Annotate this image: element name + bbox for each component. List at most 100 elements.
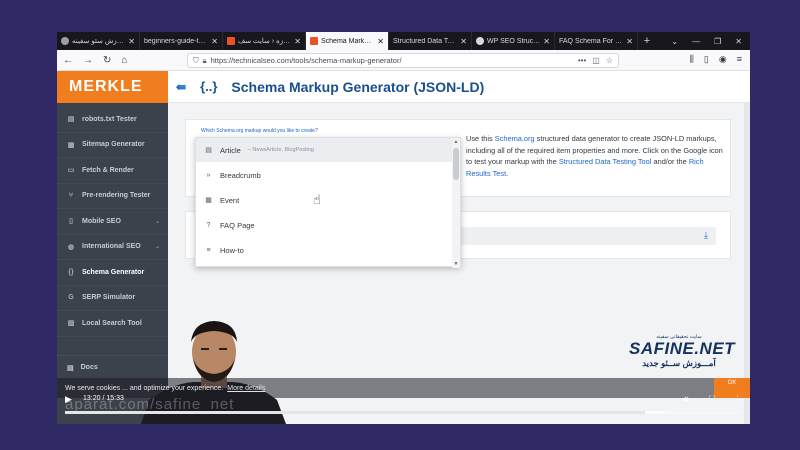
scroll-down-icon[interactable]: ▼ [453,261,459,267]
map-icon: ▨ [67,320,75,328]
sidebar-item-label: Sitemap Generator [82,141,145,149]
desc-text: Use this [466,134,495,143]
calendar-icon: ▦ [205,197,212,204]
play-icon[interactable]: ▶ [65,394,72,405]
tab-label: آموزش سئو سفینه [72,38,126,45]
tab-2[interactable]: beginners-guide-to-seo ✕ [140,32,223,50]
merkle-logo[interactable]: MERKLE [57,71,168,103]
page-header: ⇚ {..} Schema Markup Generator (JSON-LD) [168,71,750,103]
watermark-tagline: آمـــوزش ســئو جدید [642,358,716,368]
sidebar-item-mobile[interactable]: ▯ Mobile SEO ⌄ [57,209,168,235]
dropdown-item-faq[interactable]: ? FAQ Page [196,213,454,237]
close-icon[interactable]: ✕ [294,37,301,46]
safine-watermark: سایت تحقیقاتی سفینه SAFINE.NET آمـــوزش … [629,334,735,369]
lock-icon: 🔒︎ [202,55,207,65]
reload-icon[interactable]: ↻ [103,55,111,66]
chevron-down-icon: ⌄ [154,218,160,225]
dropdown-item-event[interactable]: ▦ Event [196,188,454,212]
tab-7[interactable]: FAQ Schema For Pa ✕ [555,32,638,50]
wordpress-icon [476,37,484,45]
close-icon[interactable]: ✕ [460,37,467,46]
more-options-icon[interactable]: ⋮ [733,394,742,405]
sidebar-item-prerender[interactable]: ⑂ Pre-rendering Tester [57,184,168,209]
sidebar-item-sitemap[interactable]: ▦ Sitemap Generator [57,133,168,158]
tab-1[interactable]: آموزش سئو سفینه ✕ [57,32,140,50]
pocket-icon[interactable]: ◫ [592,56,600,65]
collapse-arrow-icon[interactable]: ⇚ [176,80,186,94]
library-icon[interactable]: ⫼ [690,54,694,65]
account-icon[interactable]: ◉ [719,54,727,65]
sidebar-item-serp[interactable]: G SERP Simulator [57,286,168,311]
sidebar-item-schema[interactable]: {} Schema Generator [57,260,168,286]
page-scrollbar[interactable] [744,103,750,424]
close-icon[interactable]: ✕ [543,37,550,46]
orange-s-icon [227,37,235,45]
sidebar-item-label: International SEO [82,243,141,251]
tab-label: Schema Markup Ge [321,37,374,45]
volume-icon[interactable]: 🔊︎ [683,394,689,405]
dropdown-item-label: FAQ Page [220,220,255,230]
star-icon[interactable]: ☆ [606,56,613,65]
shield-icon[interactable]: ⛉ [193,56,199,66]
tab-label: FAQ Schema For Pa [559,37,624,45]
progress-fill [65,411,646,414]
tab-label: WP SEO Structured [487,37,540,45]
download-icon[interactable]: ⤓ [704,230,708,241]
dropdown-item-label: Article [220,145,241,155]
tab-5[interactable]: Structured Data Testing ✕ [389,32,472,50]
tab-6[interactable]: WP SEO Structured ✕ [472,32,555,50]
mobile-icon: ▯ [69,218,73,226]
more-icon[interactable]: ••• [578,56,586,65]
sidebar-item-label: Fetch & Render [82,166,134,174]
sidebar-item-label: robots.txt Tester [82,115,137,123]
address-bar[interactable]: ⛉ 🔒︎ https://technicalseo.com/tools/sche… [187,53,619,68]
sidebar-item-fetch[interactable]: ▭ Fetch & Render [57,158,168,184]
sidebar-item-international[interactable]: ◍ International SEO ⌄ [57,235,168,260]
testing-tool-link[interactable]: Structured Data Testing Tool [559,157,652,166]
restore-icon[interactable]: ❐ [714,37,721,46]
sidebar-item-label: Docs [80,364,98,371]
back-arrow-icon[interactable]: ← [63,55,73,66]
newspaper-icon: ▤ [205,147,212,154]
navigation-bar: ← → ↻ ⌂ ⛉ 🔒︎ https://technicalseo.com/to… [57,50,750,71]
dropdown-scroll-thumb[interactable] [453,148,459,180]
list-icon: ≡ [206,246,211,254]
page-title: Schema Markup Generator (JSON-LD) [231,78,485,95]
dropdown-item-article[interactable]: ▤ Article – NewsArticle, BlogPosting [196,138,454,162]
dropdown-item-howto[interactable]: ≡ How-to [196,238,454,262]
close-icon[interactable]: ✕ [377,37,384,46]
forward-arrow-icon[interactable]: → [83,55,93,66]
dropdown-item-subtitle: – NewsArticle, BlogPosting [247,147,314,153]
sidebar-item-label: Mobile SEO [82,217,121,225]
hamburger-menu-icon[interactable]: ≡ [737,54,742,65]
generator-description: Use this Schema.org structured data gene… [466,133,726,179]
chevrons-icon: » [206,171,211,179]
schema-org-link[interactable]: Schema.org [495,134,535,143]
url-text[interactable]: https://technicalseo.com/tools/schema-ma… [211,56,574,65]
close-icon[interactable]: ✕ [128,37,135,46]
sitemap-icon: ▦ [67,141,75,149]
google-icon: G [68,294,74,302]
scroll-up-icon[interactable]: ▲ [453,139,459,145]
sidebar-toggle-icon[interactable]: ▯ [704,54,709,65]
video-frame: آموزش سئو سفینه ✕ beginners-guide-to-seo… [57,32,750,424]
dropdown-item-breadcrumb[interactable]: » Breadcrumb [196,163,454,187]
progress-bar[interactable] [65,411,742,414]
document-icon: ▤ [67,116,75,124]
monitor-icon: ▭ [67,167,75,175]
desc-text: and/or the [651,157,689,167]
schema-type-dropdown[interactable]: ▤ Article – NewsArticle, BlogPosting » B… [195,137,461,268]
new-tab-icon[interactable]: + [638,32,656,50]
tab-3[interactable]: برگه‌ی تازه ‹ سایت سف ✕ [223,32,306,50]
sidebar-item-robots[interactable]: ▤ robots.txt Tester [57,107,168,133]
fullscreen-icon[interactable]: ⛶ [709,394,715,405]
tab-4[interactable]: Schema Markup Ge ✕ [306,32,389,50]
close-icon[interactable]: ✕ [626,37,633,46]
dropdown-scrollbar[interactable]: ▲ ▼ [452,138,460,268]
close-window-icon[interactable]: ✕ [735,37,742,46]
chevron-down-icon[interactable]: ⌄ [671,37,678,46]
home-icon[interactable]: ⌂ [121,55,127,66]
desc-text: . [506,168,509,178]
close-icon[interactable]: ✕ [211,37,218,46]
minimize-icon[interactable]: — [692,37,700,46]
